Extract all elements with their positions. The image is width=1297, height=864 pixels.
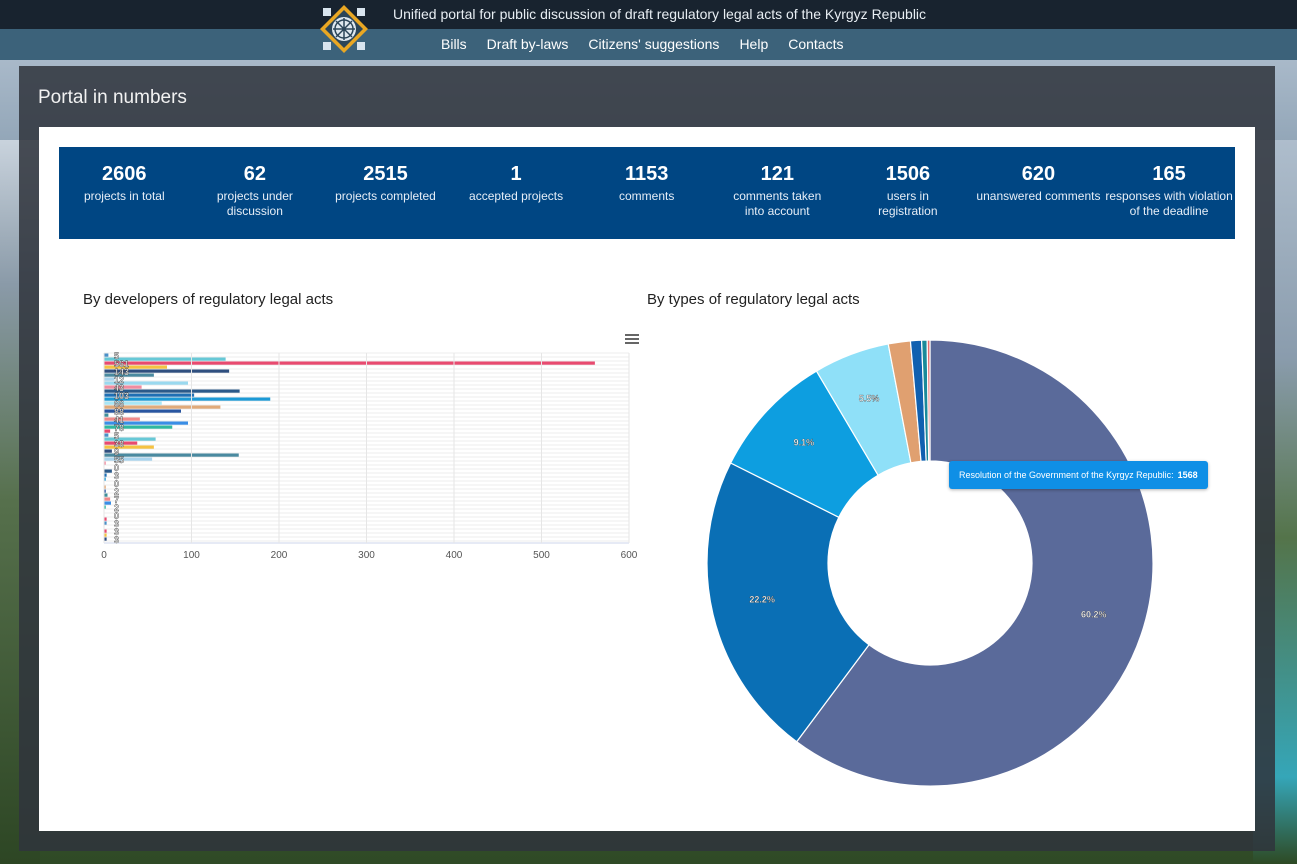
nav-contacts[interactable]: Contacts <box>788 36 843 52</box>
x-tick-label: 400 <box>446 550 463 561</box>
tooltip-value: 1568 <box>1177 470 1198 480</box>
x-tick-label: 100 <box>183 550 200 561</box>
pie-data-label: 22.2% <box>749 595 775 605</box>
stat-projects-under-discussion: 62 projects under discussion <box>190 147 321 239</box>
nav-draft-by-laws[interactable]: Draft by-laws <box>487 36 569 52</box>
donut-chart: 60.2% 22.2% 9.1% 5.5% <box>706 339 1154 787</box>
kyrgyz-emblem-icon[interactable] <box>319 4 369 54</box>
hamburger-menu-icon[interactable] <box>625 334 639 344</box>
x-tick-label: 500 <box>533 550 550 561</box>
x-tick-label: 0 <box>101 550 107 561</box>
tooltip-label: Resolution of the Government of the Kyrg… <box>959 470 1174 480</box>
stat-label: projects completed <box>335 189 436 203</box>
stat-value: 121 <box>760 163 794 185</box>
site-title[interactable]: Unified portal for public discussion of … <box>393 6 926 22</box>
stat-label: projects in total <box>83 189 165 203</box>
stat-value: 62 <box>243 163 267 185</box>
bar <box>104 453 239 457</box>
x-tick-label: 600 <box>621 550 638 561</box>
panel-title: Portal in numbers <box>38 87 187 108</box>
stat-label: comments taken into account <box>733 189 822 218</box>
stat-label: responses with violation of the deadline <box>1105 189 1233 218</box>
stat-value: 2606 <box>102 163 147 185</box>
stat-value: 2515 <box>363 163 408 185</box>
x-tick-label: 200 <box>271 550 288 561</box>
nav-bills[interactable]: Bills <box>441 36 467 52</box>
bar-chart: 0 100 200 300 400 500 600556114312431036688417… <box>101 351 638 561</box>
stat-value: 165 <box>1152 163 1186 185</box>
bar <box>104 429 111 433</box>
stat-accepted-projects: 1 accepted projects <box>451 147 582 239</box>
stat-label: projects under discussion <box>216 189 293 218</box>
pie-data-label: 9.1% <box>794 437 815 447</box>
bar <box>104 497 111 501</box>
pie-data-label: 5.5% <box>859 394 880 404</box>
stat-value: 1 <box>510 163 522 185</box>
stat-comments-taken: 121 comments taken into account <box>712 147 843 239</box>
bar <box>104 361 595 365</box>
stat-label: users in registration <box>878 189 938 218</box>
pie-tooltip: Resolution of the Government of the Kyrg… <box>949 461 1208 489</box>
stat-projects-completed: 2515 projects completed <box>320 147 451 239</box>
bar <box>104 437 156 441</box>
bar <box>104 445 154 449</box>
stat-value: 1506 <box>885 163 931 185</box>
bar <box>104 377 115 381</box>
bar <box>104 501 111 505</box>
nav-citizens-suggestions[interactable]: Citizens' suggestions <box>588 36 719 52</box>
bar <box>104 353 109 357</box>
bar-chart-title: By developers of regulatory legal acts <box>83 291 334 308</box>
x-tick-label: 300 <box>358 550 375 561</box>
main-nav: Bills Draft by-laws Citizens' suggestion… <box>441 36 863 52</box>
stat-comments: 1153 comments <box>581 147 712 239</box>
bar-data-label: 3 <box>114 535 119 545</box>
bar <box>104 469 112 473</box>
bar <box>104 449 112 453</box>
stat-unanswered-comments: 620 unanswered comments <box>973 147 1104 239</box>
bar <box>104 401 162 405</box>
bar <box>104 493 108 497</box>
bar <box>104 433 109 437</box>
bar <box>104 413 109 417</box>
pie-chart-title: By types of regulatory legal acts <box>647 291 860 308</box>
stat-label: accepted projects <box>469 189 564 203</box>
stat-value: 1153 <box>624 163 669 185</box>
pie-data-label: 60.2% <box>1081 609 1107 619</box>
bar <box>104 457 153 461</box>
stat-users-registration: 1506 users in registration <box>843 147 974 239</box>
stats-bar: 2606 projects in total 62 projects under… <box>59 147 1235 239</box>
stat-label: unanswered comments <box>976 189 1101 203</box>
stat-projects-total: 2606 projects in total <box>59 147 190 239</box>
stat-value: 620 <box>1021 163 1056 185</box>
stat-label: comments <box>618 189 675 203</box>
nav-help[interactable]: Help <box>739 36 768 52</box>
stat-responses-deadline-violation: 165 responses with violation of the dead… <box>1104 147 1235 239</box>
